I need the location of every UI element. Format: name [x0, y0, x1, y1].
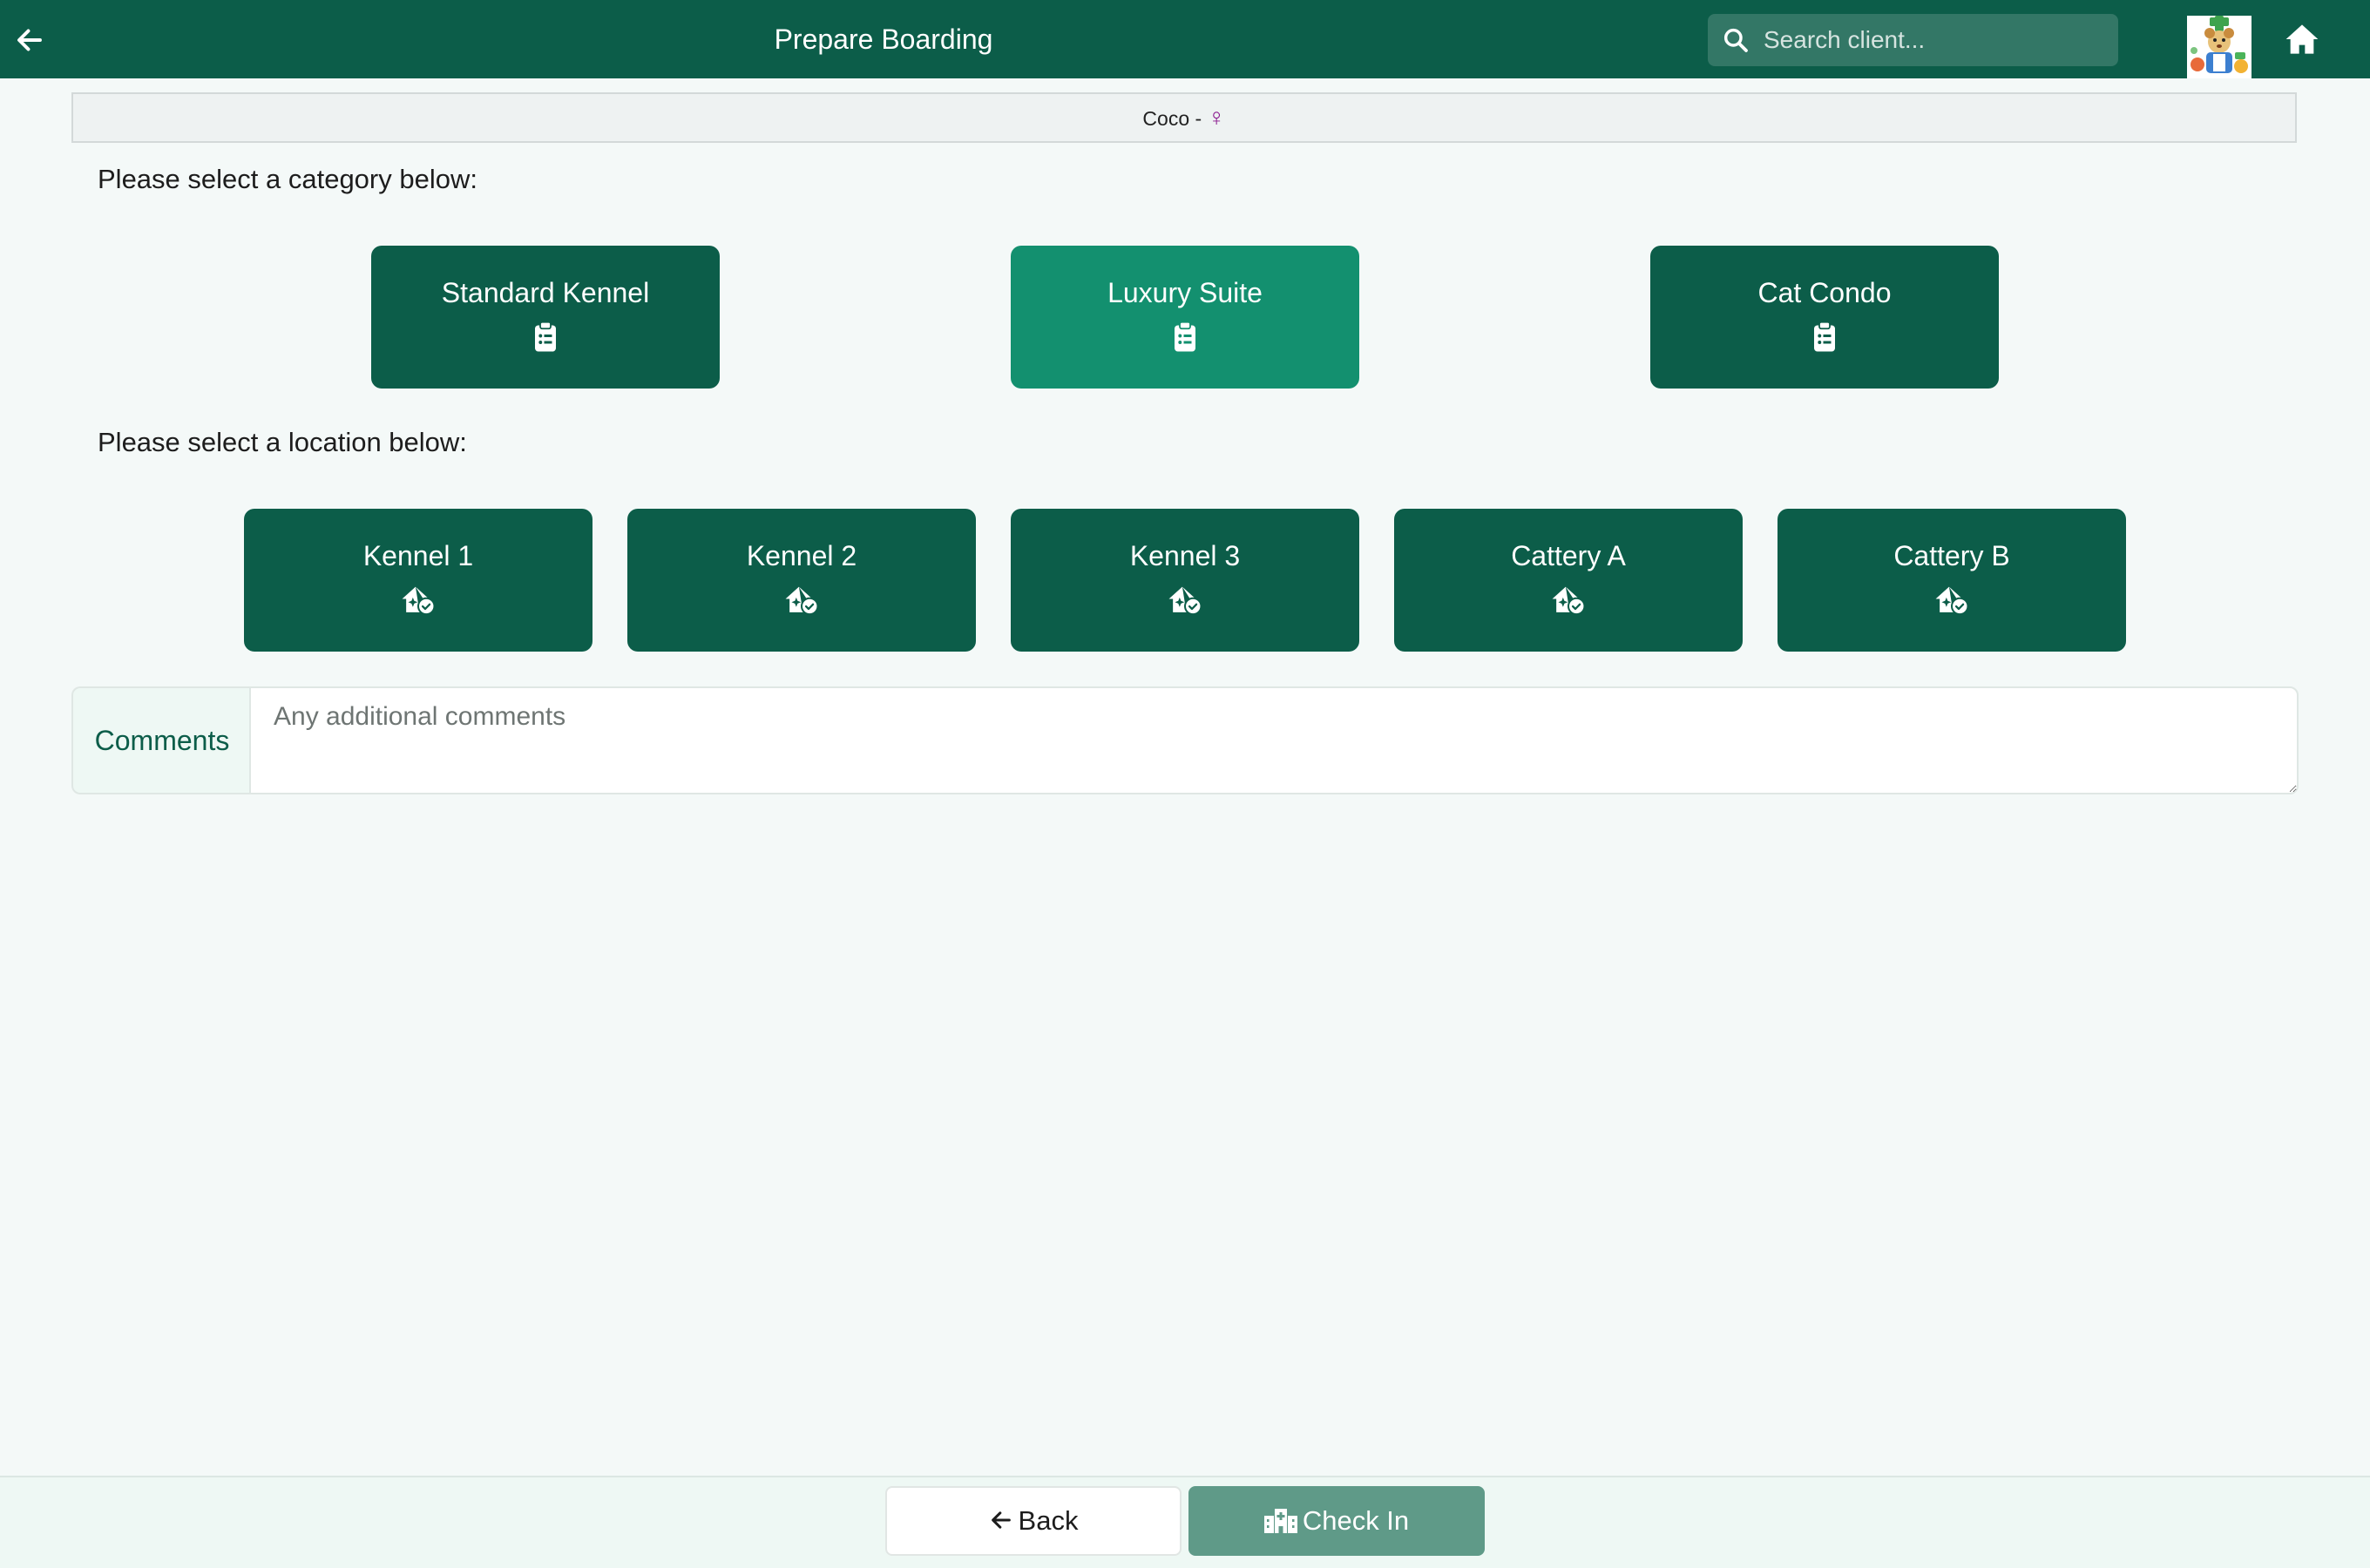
house-check-icon [402, 586, 436, 616]
hospital-building-icon [1263, 1508, 1297, 1533]
clipboard-list-icon [1175, 321, 1195, 352]
back-button[interactable]: Back [885, 1486, 1182, 1556]
category-prompt: Please select a category below: [98, 164, 477, 194]
search-icon [1723, 28, 1748, 52]
patient-header: Coco - ♀ [71, 92, 2297, 143]
house-check-icon [1935, 586, 1969, 616]
location-prompt: Please select a location below: [98, 427, 467, 457]
clinic-logo [2187, 16, 2252, 78]
back-label: Back [1018, 1505, 1079, 1536]
page-title: Prepare Boarding [774, 24, 993, 55]
category-label: Luxury Suite [1107, 277, 1263, 308]
check-in-button[interactable]: Check In [1188, 1486, 1485, 1556]
location-label: Cattery A [1511, 540, 1626, 571]
check-in-label: Check In [1302, 1505, 1410, 1536]
comments-field[interactable] [249, 686, 2299, 794]
house-check-icon [785, 586, 819, 616]
clipboard-list-icon [535, 321, 556, 352]
location-kennel-3[interactable]: Kennel 3 [1011, 509, 1359, 652]
patient-name: Coco - [1142, 107, 1202, 130]
category-luxury-suite[interactable]: Luxury Suite [1011, 246, 1359, 389]
category-standard-kennel[interactable]: Standard Kennel [371, 246, 720, 389]
arrow-left-icon [991, 1511, 1011, 1529]
house-check-icon [1552, 586, 1586, 616]
house-check-icon [1168, 586, 1202, 616]
location-cattery-b[interactable]: Cattery B [1778, 509, 2126, 652]
location-label: Kennel 1 [362, 540, 474, 571]
location-cattery-a[interactable]: Cattery A [1394, 509, 1743, 652]
home-icon[interactable] [2285, 23, 2319, 56]
category-label: Cat Condo [1757, 277, 1892, 308]
female-icon: ♀ [1207, 104, 1226, 131]
location-label: Kennel 2 [746, 540, 857, 571]
client-search[interactable] [1708, 14, 2118, 66]
location-kennel-2[interactable]: Kennel 2 [627, 509, 976, 652]
comments-label: Comments [71, 686, 251, 794]
search-input[interactable] [1764, 14, 2103, 66]
clipboard-list-icon [1814, 321, 1835, 352]
location-kennel-1[interactable]: Kennel 1 [244, 509, 592, 652]
location-label: Kennel 3 [1129, 540, 1241, 571]
location-label: Cattery B [1893, 540, 2010, 571]
top-app-bar: Prepare Boarding [0, 0, 2370, 78]
category-cat-condo[interactable]: Cat Condo [1650, 246, 1999, 389]
category-label: Standard Kennel [441, 277, 650, 308]
footer-bar: Back Check In [0, 1476, 2370, 1568]
